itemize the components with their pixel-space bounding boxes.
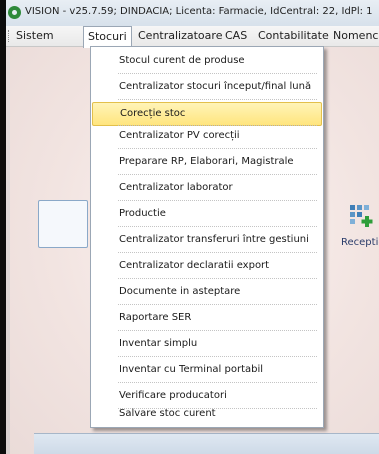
- menu-item-raportare-ser[interactable]: Raportare SER: [92, 306, 322, 330]
- menu-item-corectie-stoc[interactable]: Corecție stoc: [92, 102, 322, 126]
- receptie-button[interactable]: Receptie: [341, 202, 379, 258]
- menu-separator: [118, 278, 317, 279]
- app-window: VISION - v25.7.59; DINDACIA; Licenta: Fa…: [6, 0, 379, 454]
- menu-item-inventar-terminal[interactable]: Inventar cu Terminal portabil: [92, 358, 322, 382]
- menu-item-documente-asteptare[interactable]: Documente in asteptare: [92, 280, 322, 304]
- bottom-panel: [34, 433, 379, 454]
- grid-add-icon: [350, 205, 373, 227]
- vision-app-icon: [8, 6, 21, 19]
- menu-contabilitate[interactable]: Contabilitate: [254, 26, 333, 46]
- panel-box[interactable]: [38, 200, 88, 248]
- menu-separator: [118, 174, 317, 175]
- menu-separator: [118, 304, 317, 305]
- window-title: VISION - v25.7.59; DINDACIA; Licenta: Fa…: [25, 6, 373, 17]
- receptie-label: Receptie: [341, 237, 379, 248]
- menu-item-centralizator-export[interactable]: Centralizator declaratii export: [92, 254, 322, 278]
- menu-item-salvare-stoc[interactable]: Salvare stoc curent: [92, 402, 322, 426]
- menu-bar: Sistem Stocuri Centralizatoare CAS Conta…: [6, 26, 379, 48]
- menu-separator: [118, 99, 317, 100]
- menu-stocuri[interactable]: Stocuri: [83, 26, 132, 48]
- menu-nomenclatoare[interactable]: Nomenc: [329, 26, 379, 46]
- menu-item-centralizator-laborator[interactable]: Centralizator laborator: [92, 176, 322, 200]
- menu-item-centralizator-stocuri[interactable]: Centralizator stocuri început/final lună: [92, 75, 322, 99]
- menu-separator: [118, 330, 317, 331]
- menu-item-productie[interactable]: Productie: [92, 202, 322, 226]
- menu-sistem[interactable]: Sistem: [12, 26, 58, 46]
- menu-cas[interactable]: CAS: [221, 26, 251, 46]
- menu-separator: [118, 200, 317, 201]
- menu-separator: [118, 226, 317, 227]
- menu-item-centralizator-pv[interactable]: Centralizator PV corecții: [92, 124, 322, 148]
- stocuri-dropdown-menu: Stocul curent de produse Centralizator s…: [90, 46, 324, 428]
- menu-separator: [118, 73, 317, 74]
- menu-separator: [118, 252, 317, 253]
- menu-separator: [118, 382, 317, 383]
- menu-item-stocul-curent[interactable]: Stocul curent de produse: [92, 49, 322, 73]
- menu-separator: [118, 356, 317, 357]
- side-strip: [6, 47, 10, 454]
- menu-item-preparare-rp[interactable]: Preparare RP, Elaborari, Magistrale: [92, 150, 322, 174]
- menu-item-centralizator-transferuri[interactable]: Centralizator transferuri între gestiuni: [92, 228, 322, 252]
- menu-item-inventar-simplu[interactable]: Inventar simplu: [92, 332, 322, 356]
- menu-centralizatoare[interactable]: Centralizatoare: [134, 26, 226, 46]
- title-bar: VISION - v25.7.59; DINDACIA; Licenta: Fa…: [6, 0, 379, 27]
- menu-separator: [118, 148, 317, 149]
